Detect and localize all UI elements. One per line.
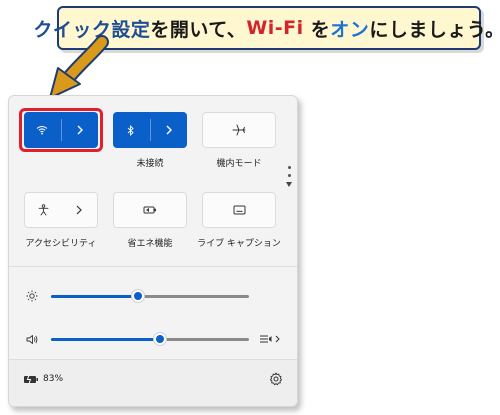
page-dot [287, 174, 291, 177]
page-indicator[interactable] [285, 166, 293, 187]
callout-on: オン [330, 18, 370, 41]
battery-status[interactable]: 83% [23, 374, 63, 384]
bluetooth-tile[interactable] [113, 112, 187, 148]
brightness-slider[interactable] [51, 292, 249, 300]
bluetooth-expand-button[interactable] [151, 112, 188, 148]
page-down-icon [286, 182, 292, 187]
section-divider [9, 266, 297, 267]
chevron-right-icon [275, 335, 280, 343]
live-caption-tile[interactable] [202, 192, 276, 228]
bluetooth-icon [127, 124, 134, 136]
airplane-icon [232, 124, 246, 136]
battery-saver-label: 省エネ機能 [127, 239, 173, 249]
battery-icon [24, 374, 38, 384]
volume-slider-fill [51, 337, 160, 341]
brightness-slider-thumb[interactable] [134, 292, 143, 300]
screenshot-stage: クイック設定 を開いて、 Wi-Fi をオン にしましょう。 未接続 機内モード… [0, 0, 500, 415]
bluetooth-toggle[interactable] [113, 112, 150, 148]
callout-wifi: Wi-Fi [246, 17, 304, 39]
page-dot [287, 166, 291, 169]
airplane-mode-tile[interactable] [202, 112, 276, 148]
battery-saver-icon [143, 206, 156, 214]
quick-settings-panel: 未接続 機内モード アクセシビリティ 省エネ機能 ライブ キャプション 83% [8, 95, 298, 407]
volume-slider-row [23, 329, 285, 349]
chevron-right-icon [166, 125, 172, 135]
accessibility-icon [38, 204, 48, 216]
callout-text-open: を開いて、 [150, 18, 247, 41]
instruction-callout: クイック設定 を開いて、 Wi-Fi をオン にしましょう。 [33, 6, 500, 50]
brightness-slider-row [23, 286, 285, 306]
brightness-slider-fill [51, 294, 139, 298]
accessibility-label: アクセシビリティ [25, 239, 97, 249]
volume-icon[interactable] [23, 330, 41, 348]
accessibility-tile[interactable] [24, 192, 98, 228]
wifi-highlight-box [19, 108, 103, 152]
audio-output-button[interactable] [259, 333, 280, 345]
airplane-mode-label: 機内モード [216, 159, 262, 169]
callout-text-end: にしましょう。 [369, 18, 500, 41]
live-caption-label: ライブ キャプション [197, 239, 281, 249]
settings-gear-icon[interactable] [269, 372, 283, 386]
volume-slider[interactable] [51, 335, 249, 343]
volume-slider-thumb[interactable] [155, 335, 164, 343]
audio-output-icon [260, 335, 272, 343]
accessibility-button[interactable] [25, 193, 61, 227]
battery-percentage: 83% [43, 374, 64, 384]
chevron-right-icon [76, 205, 82, 215]
brightness-icon [23, 287, 41, 305]
quick-settings-footer: 83% [9, 359, 297, 406]
accessibility-expand-button[interactable] [61, 193, 97, 227]
live-caption-icon [233, 205, 245, 215]
callout-text-wo: を [303, 18, 331, 41]
bluetooth-status-label: 未接続 [136, 159, 164, 169]
battery-saver-tile[interactable] [113, 192, 187, 228]
